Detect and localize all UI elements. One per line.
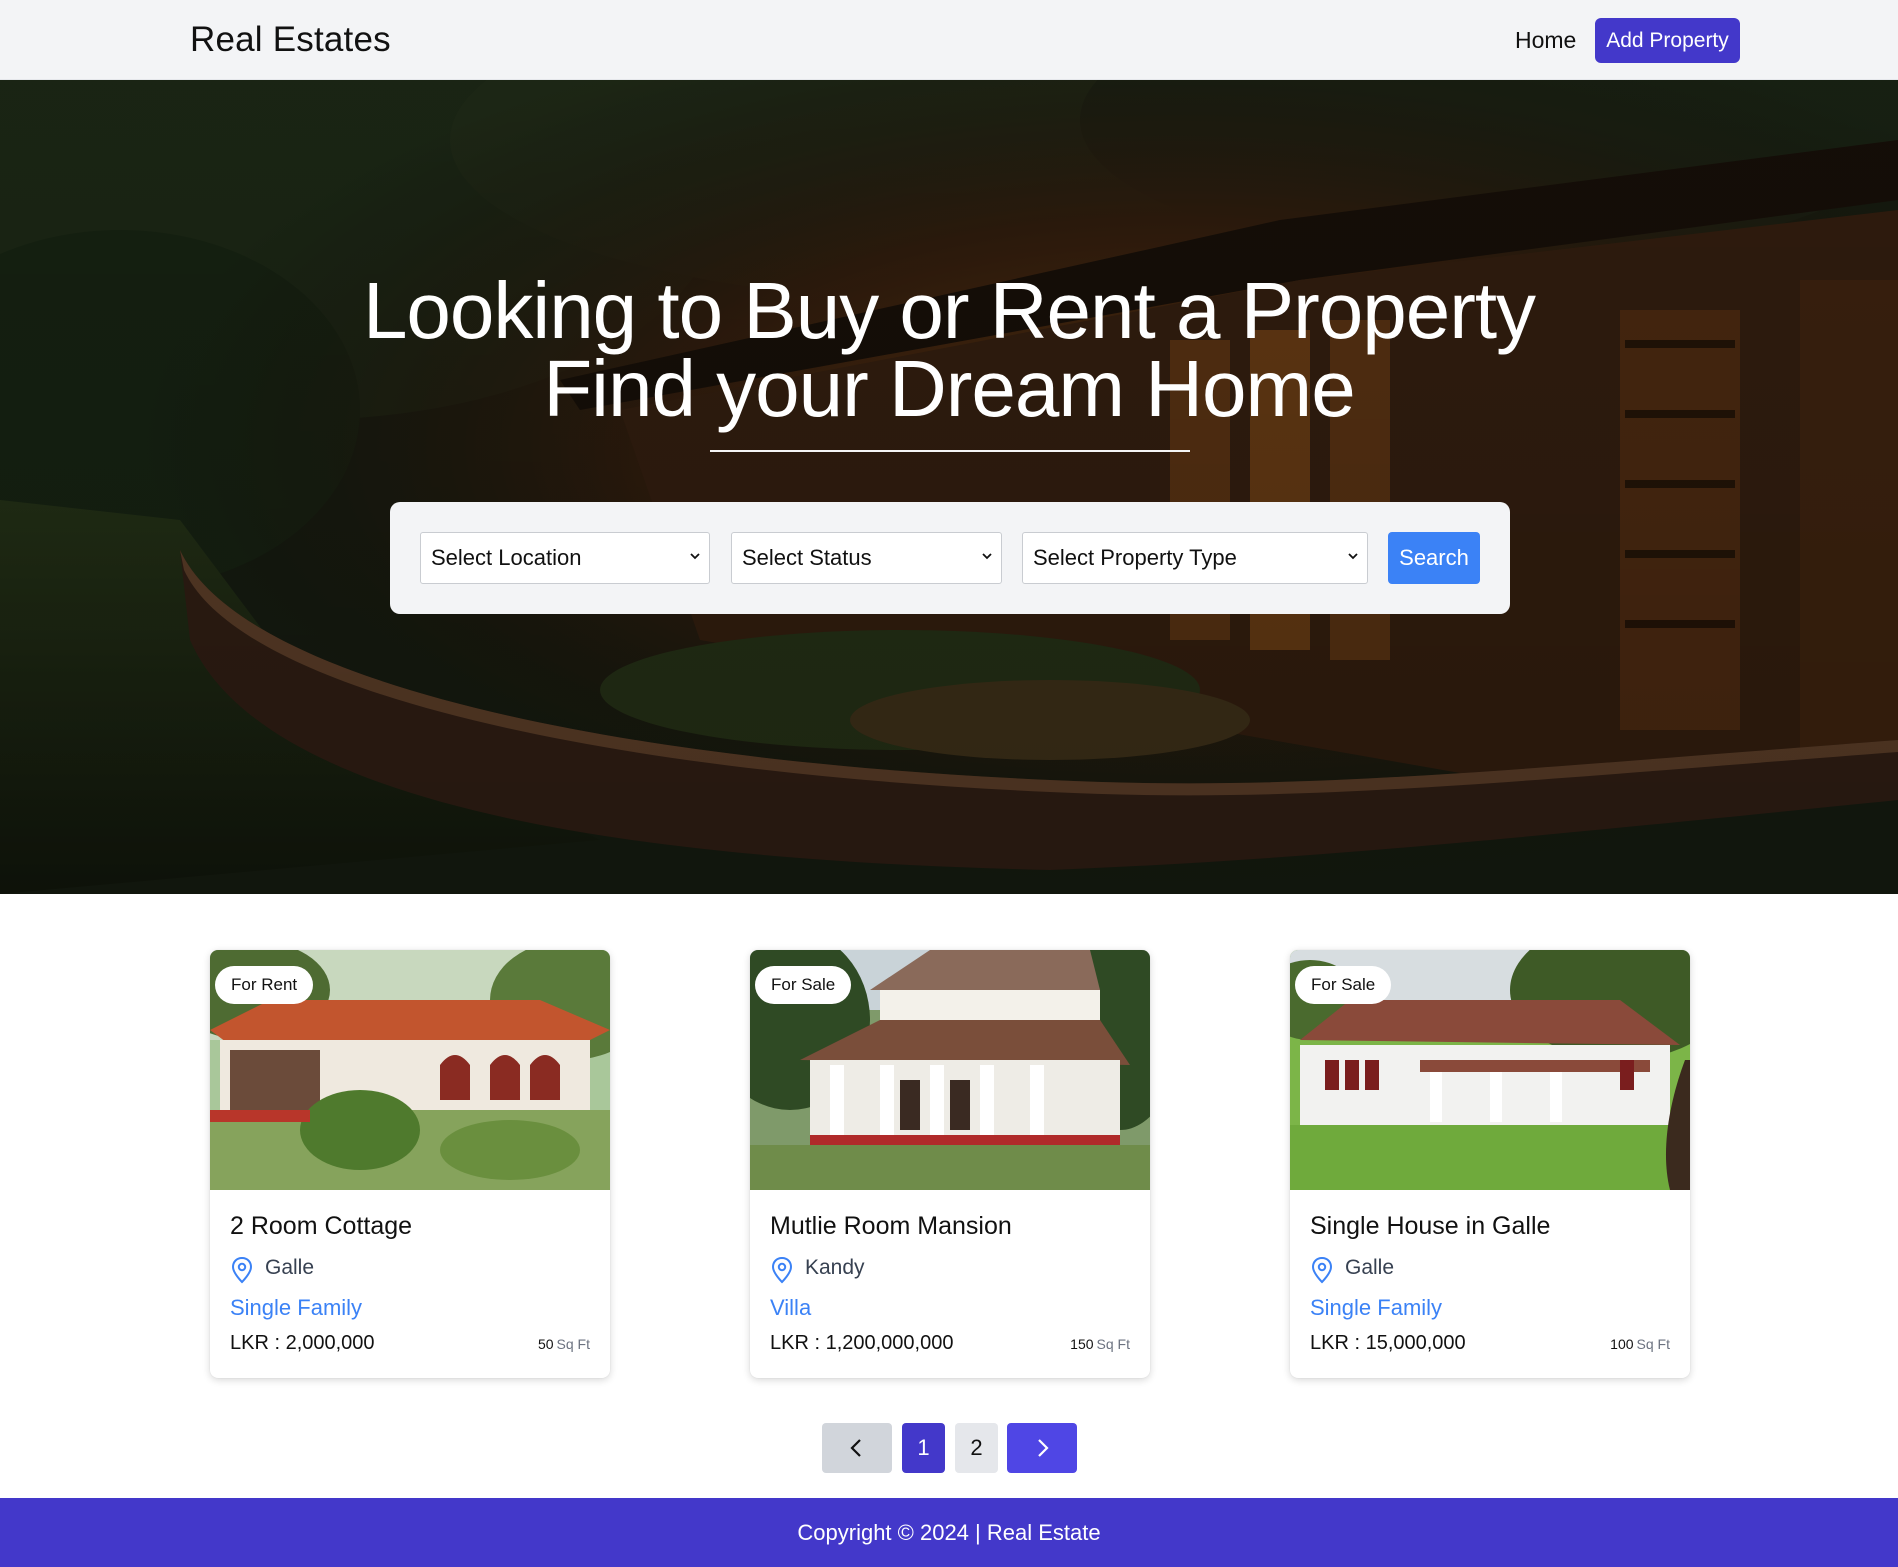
property-type-select-value: Select Property Type: [1033, 545, 1237, 570]
pagination-prev-button[interactable]: [822, 1423, 892, 1473]
brand-logo-text[interactable]: Real Estates: [190, 20, 391, 60]
property-location: Kandy: [805, 1256, 865, 1279]
status-select[interactable]: Select Status: [731, 532, 1002, 584]
pagination-page-2[interactable]: 2: [955, 1423, 998, 1473]
footer-copyright: Copyright © 2024 | Real Estate: [797, 1520, 1101, 1545]
property-area: 100 Sq Ft: [1610, 1336, 1670, 1352]
listing-status-badge: For Sale: [755, 966, 852, 1004]
property-type-select[interactable]: Select Property Type: [1022, 532, 1368, 584]
top-navbar: Real Estates Home Add Property: [0, 0, 1898, 80]
property-area: 150 Sq Ft: [1070, 1336, 1130, 1352]
listing-status-badge: For Sale: [1295, 966, 1392, 1004]
property-area-unit: Sq Ft: [1096, 1336, 1130, 1352]
add-property-button[interactable]: Add Property: [1595, 18, 1740, 63]
property-area-unit: Sq Ft: [556, 1336, 590, 1352]
chevron-left-icon: [850, 1439, 861, 1457]
footer: Copyright © 2024 | Real Estate: [0, 1498, 1898, 1567]
location-select-value: Select Location: [431, 545, 582, 570]
property-location: Galle: [1345, 1256, 1395, 1279]
pagination-page-1[interactable]: 1: [902, 1423, 945, 1473]
map-pin-icon: [1311, 1256, 1333, 1284]
property-type: Single Family: [230, 1295, 363, 1320]
property-card[interactable]: For Rent 2 Room Cottage Galle Single Fam…: [210, 950, 610, 1378]
hero-title-line-1: Looking to Buy or Rent a Property: [362, 266, 1536, 355]
map-pin-icon: [771, 1256, 793, 1284]
chevron-down-icon: [690, 553, 700, 560]
pagination-next-button[interactable]: [1007, 1423, 1077, 1473]
hero-title-line-2: Find your Dream Home: [543, 344, 1355, 433]
property-area-unit: Sq Ft: [1636, 1336, 1670, 1352]
chevron-down-icon: [982, 553, 992, 560]
property-type: Villa: [770, 1295, 812, 1320]
listing-status-badge: For Rent: [215, 966, 314, 1004]
property-price: LKR : 15,000,000: [1310, 1332, 1466, 1354]
search-button[interactable]: Search: [1388, 532, 1480, 584]
property-price: LKR : 1,200,000,000: [770, 1332, 954, 1354]
property-price: LKR : 2,000,000: [230, 1332, 375, 1354]
property-type: Single Family: [1310, 1295, 1443, 1320]
property-area-value: 50: [537, 1336, 554, 1352]
hero-background-image: [0, 80, 1898, 894]
property-title[interactable]: 2 Room Cottage: [230, 1212, 412, 1241]
hero-section: Looking to Buy or Rent a Property Find y…: [0, 80, 1898, 894]
property-location: Galle: [265, 1256, 315, 1279]
property-area-value: 150: [1070, 1336, 1094, 1352]
status-select-value: Select Status: [742, 545, 872, 570]
chevron-right-icon: [1038, 1439, 1049, 1457]
property-card[interactable]: For Sale Single House in Galle Galle Sin…: [1290, 950, 1690, 1378]
map-pin-icon: [231, 1256, 253, 1284]
property-card[interactable]: For Sale Mutlie Room Mansion Kandy Villa…: [750, 950, 1150, 1378]
hero-divider: [710, 450, 1190, 452]
property-area-value: 100: [1610, 1336, 1634, 1352]
property-title[interactable]: Single House in Galle: [1310, 1212, 1550, 1241]
search-panel: Select Location Select Status Select Pro…: [390, 502, 1510, 614]
location-select[interactable]: Select Location: [420, 532, 710, 584]
chevron-down-icon: [1348, 553, 1358, 560]
property-area: 50 Sq Ft: [538, 1336, 590, 1352]
nav-home-link[interactable]: Home: [1515, 27, 1576, 54]
property-title[interactable]: Mutlie Room Mansion: [770, 1212, 1012, 1241]
hero-title: Looking to Buy or Rent a Property Find y…: [0, 266, 1898, 433]
